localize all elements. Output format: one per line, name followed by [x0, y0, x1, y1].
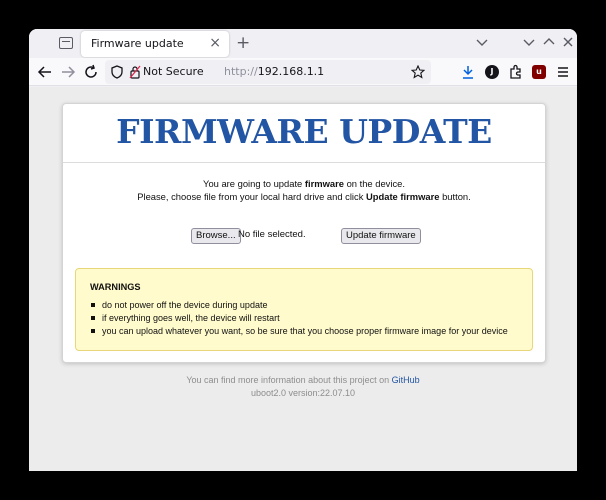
window-close-icon[interactable]	[562, 36, 574, 48]
extensions-icon[interactable]	[507, 63, 525, 81]
intro-line-1-bold: firmware	[304, 178, 344, 189]
firmware-card: FIRMWARE UPDATE You are going to update …	[62, 103, 546, 363]
url-text[interactable]: http://192.168.1.1	[224, 65, 324, 78]
account-avatar[interactable]: J	[485, 65, 499, 79]
tab-title: Firmware update	[91, 37, 184, 50]
version-text: uboot2.0 version:22.07.10	[250, 388, 356, 398]
page-title: FIRMWARE UPDATE	[116, 112, 492, 151]
security-label[interactable]: Not Secure	[143, 65, 204, 78]
warnings-box: WARNINGS do not power off the device dur…	[75, 268, 533, 351]
tab-firmware-update[interactable]: Firmware update ×	[81, 31, 229, 57]
downloads-icon[interactable]	[459, 63, 477, 81]
upload-form: Browse... No file selected. Update firmw…	[63, 227, 545, 245]
intro-line-2-bold: Update firmware	[366, 191, 440, 202]
warnings-title: WARNINGS	[90, 282, 141, 292]
intro-text: You are going to update firmware on the …	[63, 177, 545, 203]
shield-icon[interactable]	[111, 65, 123, 79]
warning-item: if everything goes well, the device will…	[90, 312, 508, 325]
new-tab-icon[interactable]: +	[236, 33, 250, 53]
url-scheme: http://	[224, 65, 258, 78]
footer-info-text: You can find more information about this…	[186, 375, 392, 385]
intro-line-1-post: on the device.	[343, 178, 405, 189]
intro-line-2: Please, choose file from your local hard…	[63, 190, 545, 203]
intro-line-1: You are going to update firmware on the …	[63, 177, 545, 190]
minimize-icon[interactable]	[523, 36, 535, 48]
update-firmware-button[interactable]: Update firmware	[341, 228, 421, 244]
navigation-bar: Not Secure http://192.168.1.1 J u	[29, 58, 577, 86]
warnings-list: do not power off the device during updat…	[90, 299, 508, 338]
bookmark-star-icon[interactable]	[411, 65, 425, 79]
intro-line-2-post: button.	[439, 191, 471, 202]
back-icon[interactable]	[36, 63, 54, 81]
tab-strip: Firmware update × +	[29, 29, 577, 58]
maximize-icon[interactable]	[543, 36, 555, 48]
list-all-tabs-icon[interactable]	[475, 35, 489, 49]
warning-item: you can upload whatever you want, so be …	[90, 325, 508, 338]
page-content: FIRMWARE UPDATE You are going to update …	[29, 87, 577, 471]
browser-window: Firmware update × + Not Secure http://19…	[29, 29, 577, 471]
reload-icon[interactable]	[82, 63, 100, 81]
footer-info: You can find more information about this…	[29, 374, 577, 387]
forward-icon[interactable]	[59, 63, 77, 81]
firefox-view-icon[interactable]	[59, 37, 73, 49]
ublock-origin-icon[interactable]: u	[532, 65, 546, 79]
tab-close-icon[interactable]: ×	[209, 35, 221, 51]
intro-line-2-pre: Please, choose file from your local hard…	[137, 191, 366, 202]
intro-line-1-pre: You are going to update	[203, 178, 305, 189]
title-divider	[63, 162, 545, 163]
insecure-lock-icon[interactable]	[129, 65, 141, 79]
warning-item: do not power off the device during updat…	[90, 299, 508, 312]
url-bar[interactable]: Not Secure http://192.168.1.1	[105, 60, 431, 84]
browse-button[interactable]: Browse...	[191, 228, 241, 244]
github-link[interactable]: GitHub	[392, 375, 420, 385]
page-footer: You can find more information about this…	[29, 374, 577, 400]
url-host: 192.168.1.1	[257, 65, 325, 78]
menu-icon[interactable]	[554, 63, 572, 81]
file-status: No file selected.	[238, 229, 306, 240]
